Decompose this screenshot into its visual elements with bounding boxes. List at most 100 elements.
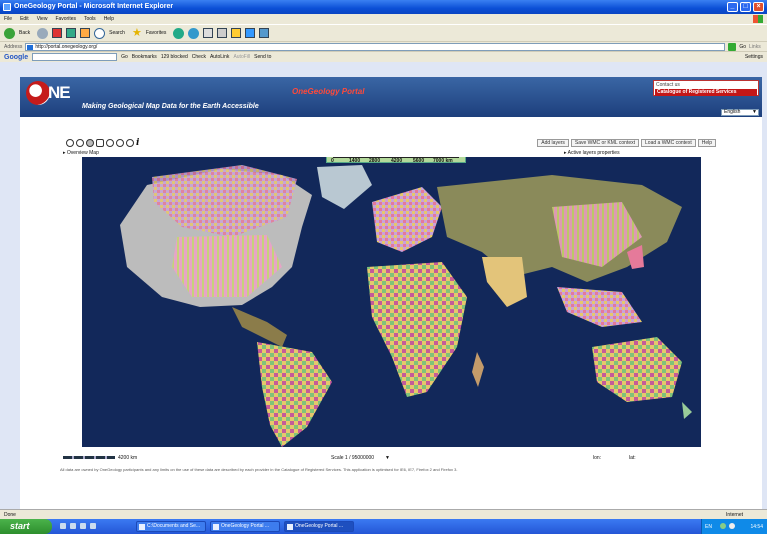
spell-check-button[interactable]: Check <box>192 54 206 60</box>
scale-dropdown-icon[interactable]: ▼ <box>385 455 390 461</box>
scale-tick-0: 0 <box>331 158 334 164</box>
media-icon[interactable] <box>173 27 185 39</box>
go-arrow-icon[interactable] <box>728 42 737 51</box>
close-button[interactable]: × <box>753 2 764 12</box>
google-go-button[interactable]: Go <box>121 54 128 60</box>
contact-link[interactable]: Contact us <box>656 82 680 88</box>
logo-text: NE <box>48 83 71 102</box>
google-logo[interactable]: Google <box>4 54 28 61</box>
map-tools: i <box>66 139 141 148</box>
toolbar: Back Search ★ Favorites <box>0 24 767 41</box>
redo-icon[interactable] <box>116 139 124 147</box>
scale-tick-5600: 5600 <box>413 158 425 164</box>
send-to-button[interactable]: Send to <box>254 54 271 60</box>
add-layers-button[interactable]: Add layers <box>537 139 569 147</box>
popup-blocked-button[interactable]: 129 blocked <box>161 54 188 60</box>
load-context-button[interactable]: Load a WMC context <box>641 139 696 147</box>
scale-bar-label: 4200 km <box>118 455 138 461</box>
undo-icon[interactable] <box>106 139 114 147</box>
google-toolbar: Google Go Bookmarks 129 blocked Check Au… <box>0 51 767 62</box>
menu-edit[interactable]: Edit <box>20 16 29 22</box>
overview-map-label: Overview Map <box>66 150 99 156</box>
taskbar: start C:\Documents and Se... OneGeology … <box>0 519 767 534</box>
edit-icon[interactable] <box>231 28 242 38</box>
favorites-button[interactable]: Favorites <box>146 30 167 36</box>
overview-map-toggle[interactable]: ▸ Overview Map <box>63 150 99 156</box>
help-button[interactable]: Help <box>697 139 716 147</box>
maximize-button[interactable]: □ <box>740 2 751 12</box>
address-input[interactable]: http://portal.onegeology.org/ <box>25 42 726 51</box>
volume-icon[interactable] <box>729 523 735 529</box>
mail-icon[interactable] <box>203 28 214 38</box>
ie-icon <box>287 524 293 530</box>
map-action-buttons: Add layers Save WMC or KML context Load … <box>537 139 716 147</box>
title-bar[interactable]: OneGeology Portal - Microsoft Internet E… <box>0 0 767 14</box>
scale-select[interactable]: Scale 1 / 95000000 <box>331 455 374 461</box>
menu-help[interactable]: Help <box>104 16 114 22</box>
task-onegeology-2[interactable]: OneGeology Portal ... <box>284 521 354 532</box>
scale-tick-1400: 1400 <box>349 158 361 164</box>
refresh-map-icon[interactable] <box>126 139 134 147</box>
forward-arrow-icon[interactable] <box>37 27 49 39</box>
menu-bar: File Edit View Favorites Tools Help <box>0 14 767 24</box>
layer-properties-toggle[interactable]: ▸ Active layers properties <box>564 150 620 156</box>
history-icon[interactable] <box>188 27 200 39</box>
stop-icon[interactable] <box>52 28 63 38</box>
links-button[interactable]: Links <box>749 44 761 50</box>
messenger-icon[interactable] <box>245 28 256 38</box>
zoom-in-icon[interactable] <box>66 139 74 147</box>
autofill-button[interactable]: AutoFill <box>233 54 250 60</box>
save-context-button[interactable]: Save WMC or KML context <box>570 139 640 147</box>
settings-button[interactable]: Settings <box>745 54 763 60</box>
print-icon[interactable] <box>217 28 228 38</box>
globe-icon[interactable] <box>86 139 94 147</box>
status-bar: Done Internet <box>0 509 767 519</box>
contact-box: Contact us Catalogue of Registered Servi… <box>653 80 759 96</box>
search-button[interactable]: Search <box>109 30 125 36</box>
quicklaunch-explorer-icon[interactable] <box>80 523 86 529</box>
menu-file[interactable]: File <box>4 16 12 22</box>
info-icon[interactable]: i <box>136 139 141 148</box>
quicklaunch-desktop-icon[interactable] <box>60 523 66 529</box>
home-icon[interactable] <box>80 28 91 38</box>
window-title: OneGeology Portal - Microsoft Internet E… <box>14 3 174 10</box>
task-onegeology-1-label: OneGeology Portal ... <box>221 523 270 529</box>
start-button[interactable]: start <box>0 519 52 534</box>
menu-view[interactable]: View <box>37 16 48 22</box>
map-scale-ruler: 0 1400 2800 4200 5600 7000 km <box>326 157 466 164</box>
autolink-button[interactable]: AutoLink <box>210 54 229 60</box>
favorites-star-icon[interactable]: ★ <box>132 28 142 39</box>
window-controls: _ □ × <box>727 2 764 12</box>
map-status-bar: 4200 km Scale 1 / 95000000 ▼ lon: lat: <box>63 454 703 462</box>
latitude-readout: lat: <box>629 455 636 461</box>
quicklaunch-media-icon[interactable] <box>90 523 96 529</box>
network-icon[interactable] <box>720 523 726 529</box>
refresh-icon[interactable] <box>66 28 77 38</box>
menu-tools[interactable]: Tools <box>84 16 96 22</box>
map-canvas <box>82 157 701 447</box>
pan-hand-icon[interactable] <box>96 139 104 147</box>
onegeology-logo[interactable]: NE <box>26 81 71 107</box>
task-documents[interactable]: C:\Documents and Se... <box>136 521 206 532</box>
zoom-out-icon[interactable] <box>76 139 84 147</box>
minimize-button[interactable]: _ <box>727 2 738 12</box>
clock[interactable]: 14:54 <box>750 524 763 530</box>
quicklaunch-ie-icon[interactable] <box>70 523 76 529</box>
page-icon <box>27 44 34 50</box>
world-geology-map[interactable]: 0 1400 2800 4200 5600 7000 km <box>82 157 701 447</box>
folder-icon <box>139 524 145 530</box>
back-arrow-icon[interactable] <box>4 27 15 39</box>
menu-favorites[interactable]: Favorites <box>55 16 76 22</box>
go-button[interactable]: Go <box>739 44 746 50</box>
language-indicator[interactable]: EN <box>705 524 712 530</box>
google-search-input[interactable] <box>32 53 118 61</box>
task-onegeology-1[interactable]: OneGeology Portal ... <box>210 521 280 532</box>
catalogue-link[interactable]: Catalogue of Registered Services <box>655 89 757 96</box>
bookmarks-button[interactable]: Bookmarks <box>132 54 157 60</box>
language-select[interactable]: English ▼ <box>721 109 759 116</box>
search-icon[interactable] <box>94 27 106 39</box>
research-icon[interactable] <box>259 28 270 38</box>
back-label[interactable]: Back <box>19 30 30 36</box>
chevron-down-icon: ▼ <box>752 109 757 115</box>
longitude-readout: lon: <box>593 455 602 461</box>
